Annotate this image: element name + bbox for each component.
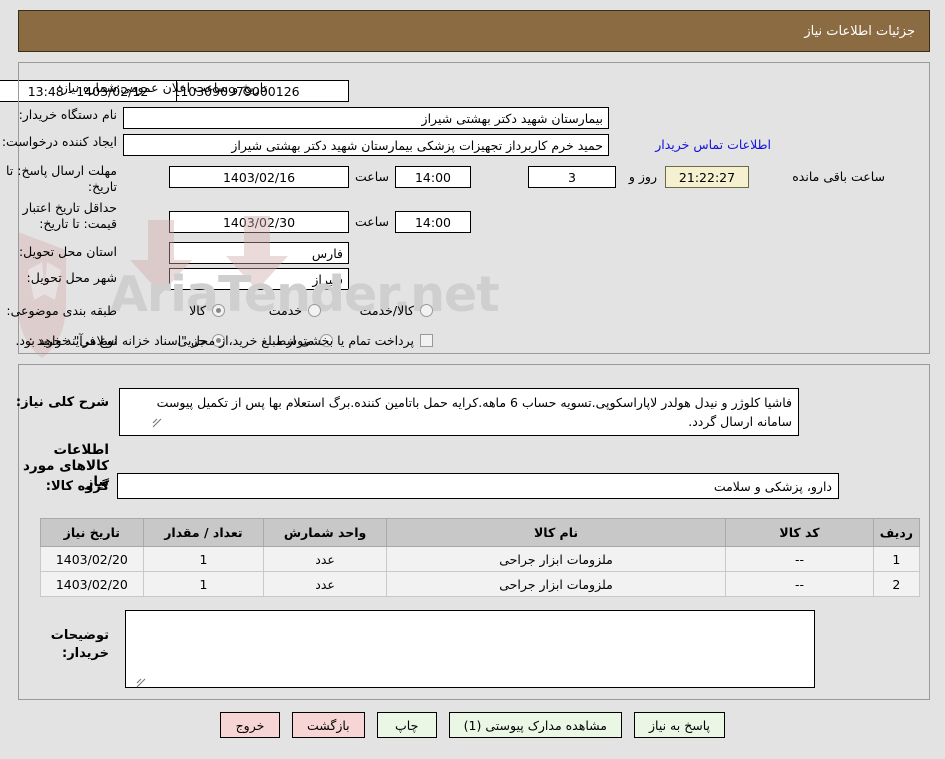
treasury-checkbox-row[interactable]: پرداخت تمام یا بخشی از مبلغ خرید،از محل … [15,333,433,348]
buyer-notes-label-text: توضیحات خریدار: [50,628,109,662]
category-option-kala[interactable]: کالا [189,303,225,318]
description-resize-grip-icon[interactable] [152,418,162,428]
need-number-label: شماره نیاز: [57,80,117,95]
price-validity-row: حداقل تاریخ اعتبار قیمت: تا تاریخ: [5,200,117,231]
goods-group-field[interactable]: دارو، پزشکی و سلامت [117,473,839,499]
radio-kala-icon[interactable] [212,304,225,317]
cell-unit: عدد [263,571,387,597]
buyer-notes-label: توضیحات خریدار: [0,627,109,663]
need-number-row: شماره نیاز: [58,80,117,96]
table-header-row: ردیف کد کالا نام کالا واحد شمارش تعداد /… [40,518,921,547]
page-title: جزئیات اطلاعات نیاز [804,23,915,39]
category-option-kala-khedmat-label: کالا/خدمت [359,303,414,318]
cell-date: 1403/02/20 [40,546,144,572]
col-date: تاریخ نیاز [40,518,144,547]
city-label: شهر محل تحویل: [26,270,117,285]
cell-code: -- [725,546,874,572]
back-button[interactable]: بازگشت [291,712,365,738]
print-button[interactable]: چاپ [376,712,437,738]
exit-button[interactable]: خروج [219,712,280,738]
creator-label: ایجاد کننده درخواست: [1,134,117,149]
answer-need-button[interactable]: پاسخ به نیاز [633,712,726,738]
table-row[interactable]: 1 -- ملزومات ابزار جراحی عدد 1 1403/02/2… [40,546,921,572]
category-label: طبقه بندی موضوعی: [6,303,117,318]
cell-index: 2 [872,571,921,597]
radio-kala-khedmat-icon[interactable] [420,304,433,317]
province-label: استان محل تحویل: [18,244,117,259]
price-validity-hour-label: ساعت [354,214,389,229]
buyer-notes-textarea[interactable] [125,610,815,688]
cell-name: ملزومات ابزار جراحی [385,546,727,572]
category-row-label: طبقه بندی موضوعی: [6,303,117,319]
page-root: AriaTender.net جزئیات اطلاعات نیاز شماره… [0,0,945,759]
category-option-kala-label: کالا [189,303,206,318]
description-label: شرح کلی نیاز: [15,395,109,410]
col-name: نام کالا [385,518,727,547]
deadline-row: مهلت ارسال پاسخ: تا تاریخ: [5,163,117,194]
buyer-org-row: نام دستگاه خریدار: [19,107,117,123]
cell-name: ملزومات ابزار جراحی [385,571,727,597]
goods-group-label: گروه کالا: [45,479,109,494]
cell-date: 1403/02/20 [40,571,144,597]
buyer-org-label: نام دستگاه خریدار: [18,107,117,122]
goods-table: ردیف کد کالا نام کالا واحد شمارش تعداد /… [40,518,921,597]
category-option-khedmat[interactable]: خدمت [269,303,321,318]
radio-khedmat-icon[interactable] [308,304,321,317]
category-option-kala-khedmat[interactable]: کالا/خدمت [360,303,433,318]
announce-date-label: تاریخ و ساعت اعلان عمومی: [116,80,267,95]
category-option-khedmat-label: خدمت [268,303,302,318]
cell-code: -- [725,571,874,597]
treasury-checkbox-label: پرداخت تمام یا بخشی از مبلغ خرید،از محل … [15,333,414,348]
price-validity-label: حداقل تاریخ اعتبار قیمت: تا تاریخ: [22,200,117,231]
remaining-days-label: روز و [628,169,657,184]
col-qty: تعداد / مقدار [142,518,265,547]
deadline-label: مهلت ارسال پاسخ: تا تاریخ: [6,163,117,194]
deadline-hour-label: ساعت [354,169,389,184]
treasury-checkbox-icon[interactable] [420,334,433,347]
table-row[interactable]: 2 -- ملزومات ابزار جراحی عدد 1 1403/02/2… [40,571,921,597]
cell-qty: 1 [142,571,265,597]
countdown-label: ساعت باقی مانده [792,169,885,184]
buyer-notes-resize-grip-icon[interactable] [136,678,146,688]
creator-row: ایجاد کننده درخواست: [2,134,117,150]
action-button-bar: پاسخ به نیاز مشاهده مدارک پیوستی (1) چاپ… [0,712,945,738]
window-title-bar: جزئیات اطلاعات نیاز [18,10,930,52]
city-row: شهر محل تحویل: [27,270,117,286]
cell-index: 1 [872,546,921,572]
view-attachments-button[interactable]: مشاهده مدارک پیوستی (1) [448,712,622,738]
cell-qty: 1 [142,546,265,572]
cell-unit: عدد [263,546,387,572]
province-row: استان محل تحویل: [19,244,117,260]
announce-date-row: تاریخ و ساعت اعلان عمومی: [116,80,267,96]
need-info-panel [18,62,930,354]
col-unit: واحد شمارش [263,518,387,547]
col-code: کد کالا [725,518,874,547]
buyer-contact-link[interactable]: اطلاعات تماس خریدار [655,137,771,152]
description-textarea[interactable]: فاشیا کلوژر و نیدل هولدر لاپاراسکوپی.تسو… [119,388,799,436]
col-index: ردیف [872,518,921,547]
